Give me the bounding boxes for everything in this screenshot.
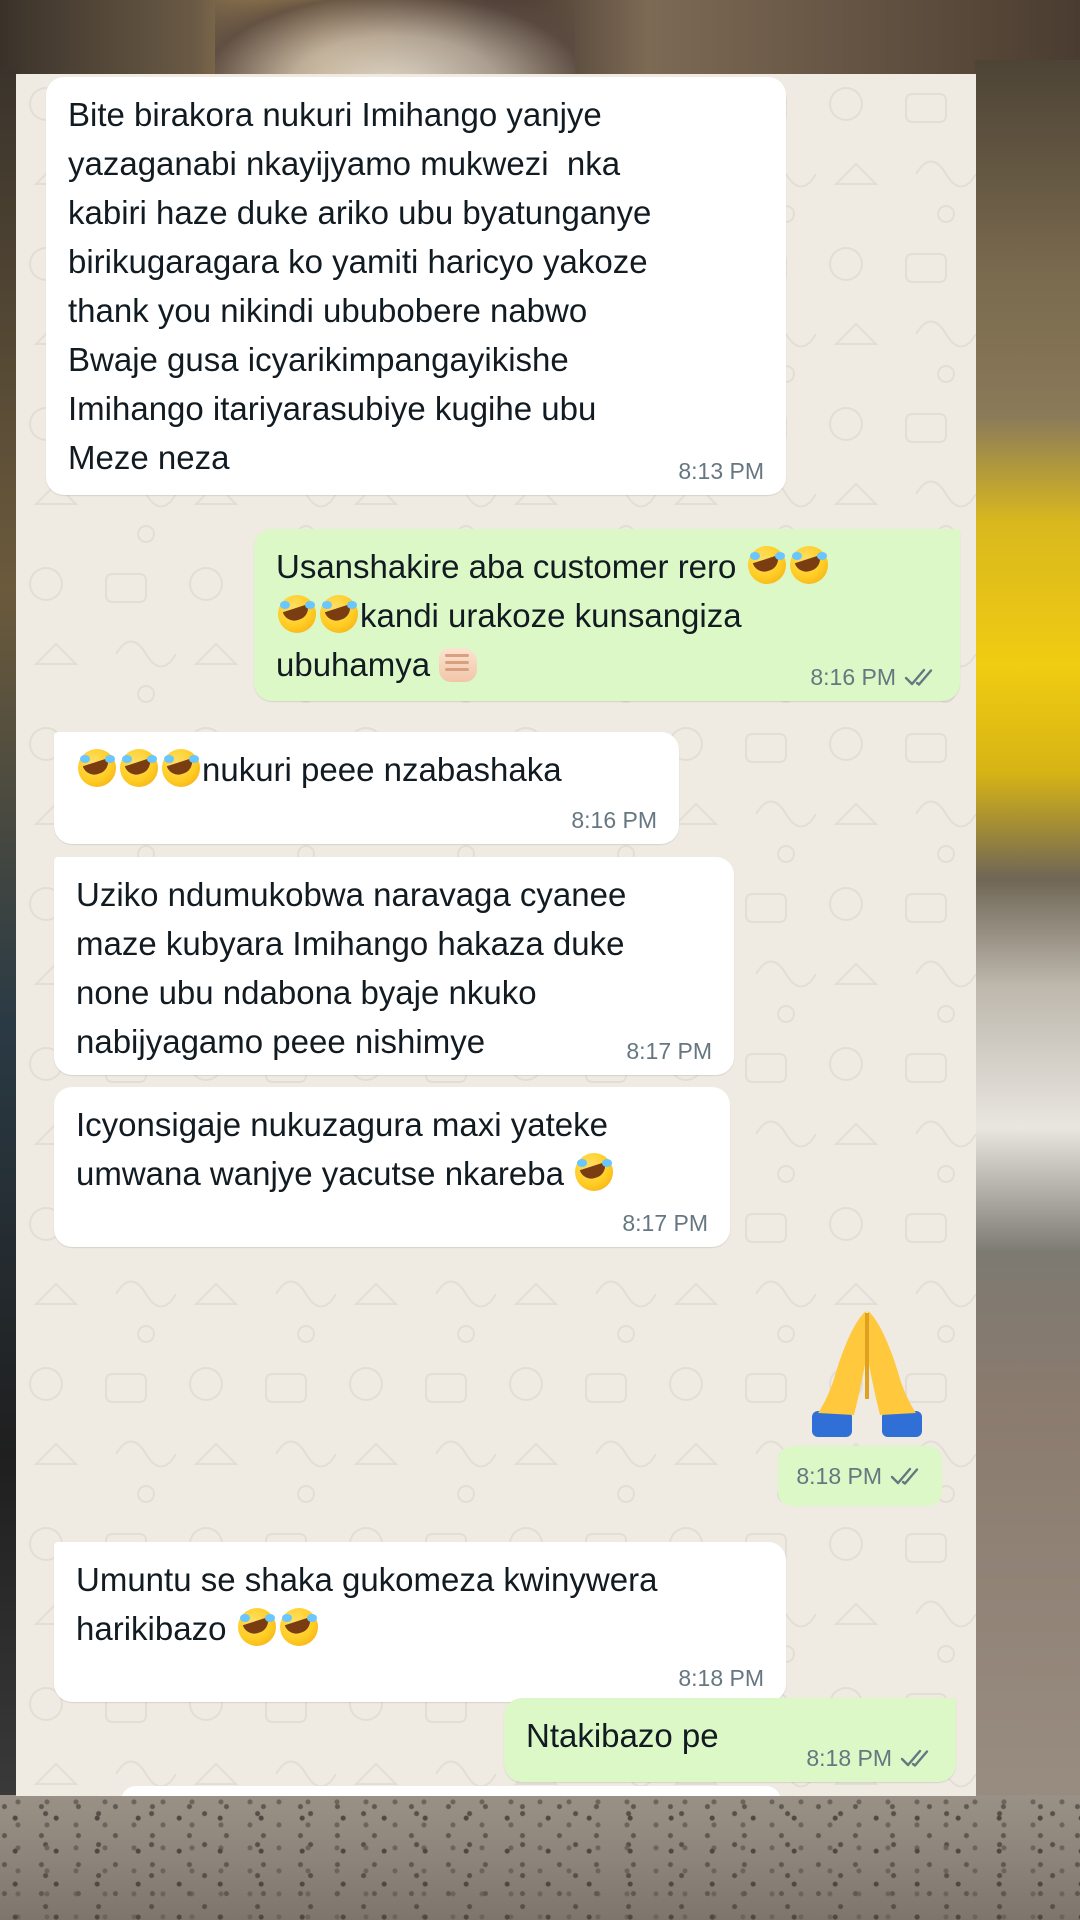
- message-meta: 8:17 PM: [622, 1208, 708, 1238]
- folded-hands-emoji: [812, 1311, 922, 1437]
- rolling-laughing-emoji: [120, 749, 158, 787]
- message-outgoing-emoji[interactable]: [792, 1299, 942, 1439]
- message-time: 8:17 PM: [626, 1038, 712, 1064]
- message-time: 8:18 PM: [796, 1462, 882, 1489]
- message-meta: 8:16 PM: [571, 805, 657, 835]
- double-check-icon: [900, 1749, 929, 1767]
- message-time: 8:16 PM: [810, 664, 896, 690]
- message-time: 8:17 PM: [622, 1210, 708, 1236]
- double-check-icon: [890, 1467, 919, 1485]
- message-incoming[interactable]: Uziko ndumukobwa naravaga cyanee maze ku…: [54, 857, 734, 1075]
- message-outgoing[interactable]: Ntakibazo pe 8:18 PM: [504, 1698, 956, 1782]
- rolling-laughing-emoji: [278, 595, 316, 633]
- message-incoming[interactable]: Bite birakora nukuri Imihango yanjye yaz…: [46, 77, 786, 495]
- message-incoming[interactable]: nukuri peee nzabashaka 8:16 PM: [54, 732, 679, 844]
- message-meta: 8:18 PM: [806, 1743, 934, 1773]
- message-time: 8:18 PM: [806, 1745, 892, 1771]
- double-check-icon: [904, 668, 933, 686]
- message-time: 8:16 PM: [571, 807, 657, 833]
- message-meta: 8:16 PM: [810, 662, 938, 692]
- message-time: 8:18 PM: [678, 1665, 764, 1691]
- rolling-laughing-emoji: [747, 546, 786, 584]
- rolling-laughing-emoji: [320, 595, 358, 633]
- rolling-laughing-emoji: [575, 1153, 614, 1191]
- message-input-edge[interactable]: [121, 1786, 781, 1796]
- rolling-laughing-emoji: [279, 1608, 318, 1646]
- chat-screenshot: Bite birakora nukuri Imihango yanjye yaz…: [16, 74, 976, 1796]
- message-text: Uziko ndumukobwa naravaga cyanee maze ku…: [76, 876, 627, 1060]
- oncoming-fist-emoji: [439, 648, 478, 682]
- message-meta: 8:17 PM: [626, 1036, 712, 1066]
- background-floor: [0, 1795, 1080, 1920]
- message-text: Icyonsigaje nukuzagura maxi yateke umwan…: [76, 1100, 708, 1198]
- message-meta: 8:18 PM: [678, 1663, 764, 1693]
- message-meta: 8:18 PM: [778, 1446, 942, 1506]
- rolling-laughing-emoji: [237, 1608, 276, 1646]
- rolling-laughing-emoji: [78, 749, 116, 787]
- rolling-laughing-emoji: [789, 546, 828, 584]
- message-text: Bite birakora nukuri Imihango yanjye yaz…: [68, 96, 652, 476]
- message-incoming[interactable]: Icyonsigaje nukuzagura maxi yateke umwan…: [54, 1087, 730, 1247]
- background-right: [975, 60, 1080, 1840]
- message-incoming[interactable]: Umuntu se shaka gukomeza kwinywera harik…: [54, 1542, 786, 1702]
- message-meta: 8:13 PM: [678, 456, 764, 486]
- rolling-laughing-emoji: [162, 749, 200, 787]
- message-text: nukuri peee nzabashaka: [76, 745, 657, 794]
- message-outgoing[interactable]: Usanshakire aba customer rero kandi urak…: [254, 529, 960, 701]
- message-text: Umuntu se shaka gukomeza kwinywera harik…: [76, 1561, 658, 1647]
- message-time: 8:13 PM: [678, 458, 764, 484]
